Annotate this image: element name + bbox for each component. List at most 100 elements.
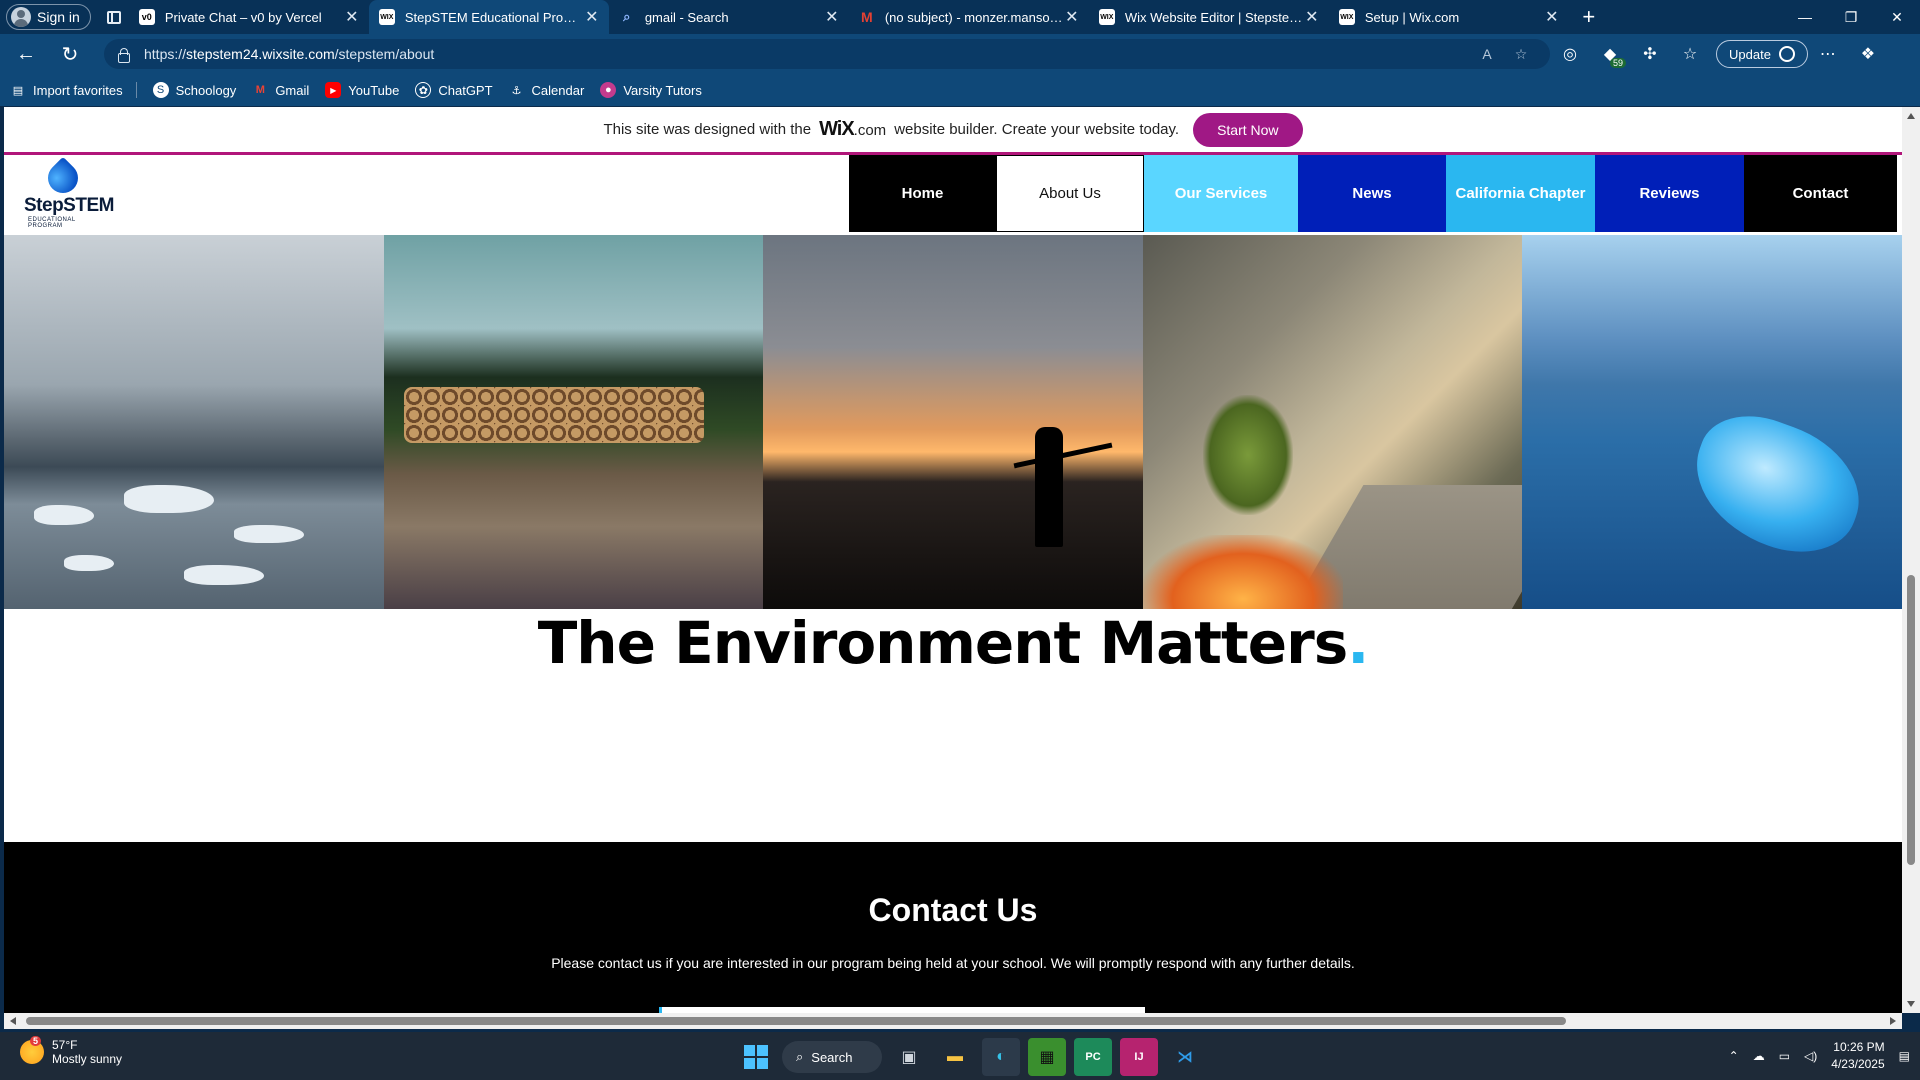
copilot-icon[interactable]: ◎ [1550, 38, 1590, 70]
page-viewport: This site was designed with the WiX.com … [4, 107, 1902, 1013]
copilot-sidebar-icon[interactable]: ❖ [1848, 38, 1888, 70]
back-arrow-icon[interactable]: ← [8, 38, 44, 70]
extensions-puzzle-icon[interactable]: ✣ [1630, 38, 1670, 70]
address-bar[interactable]: https://stepstem24.wixsite.com/stepstem/… [104, 39, 1550, 69]
favorite-schoology[interactable]: S Schoology [152, 82, 236, 98]
wix-logo[interactable]: WiX.com [819, 118, 886, 141]
close-tab-icon[interactable]: ✕ [583, 7, 601, 27]
favorite-calendar[interactable]: ⚓ Calendar [509, 82, 585, 98]
tab-private-chat[interactable]: v0 Private Chat – v0 by Vercel ✕ [129, 0, 369, 34]
tab-wix-editor[interactable]: WIX Wix Website Editor | Stepstem Ed ✕ [1089, 0, 1329, 34]
nav-contact[interactable]: Contact [1744, 155, 1897, 232]
new-tab-button[interactable]: + [1573, 3, 1605, 31]
plastic-bag-beach-photo [1522, 235, 1902, 609]
sign-in-button[interactable]: Sign in [6, 4, 91, 30]
vertical-scrollbar[interactable] [1902, 107, 1920, 1013]
horizontal-scroll-thumb[interactable] [26, 1017, 1566, 1025]
close-tab-icon[interactable]: ✕ [1543, 7, 1561, 27]
chatgpt-icon: ✿ [415, 82, 432, 98]
taskbar-search[interactable]: ⌕ Search [782, 1041, 882, 1073]
vertical-scroll-thumb[interactable] [1907, 575, 1915, 865]
logo-subtext: EDUCATIONAL PROGRAM [28, 217, 76, 229]
stepstem-logo[interactable]: StepSTEM EDUCATIONAL PROGRAM [24, 156, 114, 229]
nav-home[interactable]: Home [849, 155, 996, 232]
file-explorer-icon[interactable]: ▬ [936, 1038, 974, 1076]
minecraft-icon[interactable]: ▦ [1028, 1038, 1066, 1076]
refresh-icon[interactable]: ↻ [52, 38, 88, 70]
notification-icon[interactable]: ▤ [1899, 1049, 1910, 1063]
taskbar-apps: ⌕ Search ▣ ▬ ◐ ▦ PC IJ ⋊ [738, 1038, 1204, 1076]
v0-favicon-icon: v0 [138, 9, 155, 25]
scroll-right-icon[interactable] [1890, 1017, 1896, 1025]
chevron-up-icon[interactable]: ⌃ [1729, 1049, 1739, 1063]
intellij-icon[interactable]: IJ [1120, 1038, 1158, 1076]
tab-title: Wix Website Editor | Stepstem Ed [1124, 9, 1303, 25]
volume-icon[interactable]: ◁) [1804, 1049, 1817, 1063]
start-now-button[interactable]: Start Now [1193, 112, 1303, 147]
favorite-label: Gmail [275, 82, 310, 98]
favorite-import[interactable]: ▤ Import favorites [10, 82, 137, 98]
favorite-label: Import favorites [33, 82, 123, 98]
environment-gallery [4, 235, 1902, 609]
nav-our-services[interactable]: Our Services [1144, 155, 1298, 232]
search-icon: ⌕ [796, 1049, 804, 1064]
favorite-chatgpt[interactable]: ✿ ChatGPT [415, 82, 493, 98]
close-tab-icon[interactable]: ✕ [1063, 7, 1081, 27]
favorite-star-icon[interactable]: ☆ [1504, 46, 1538, 63]
tab-title: Private Chat – v0 by Vercel [164, 9, 322, 25]
horizontal-scrollbar[interactable] [4, 1013, 1902, 1029]
edge-icon[interactable]: ◐ [982, 1038, 1020, 1076]
favorite-youtube[interactable]: ▶ YouTube [325, 82, 399, 98]
tab-title: Setup | Wix.com [1364, 9, 1460, 25]
tab-gmail-search[interactable]: ⌕ gmail - Search ✕ [609, 0, 849, 34]
url-text[interactable]: https://stepstem24.wixsite.com/stepstem/… [144, 46, 1470, 62]
vscode-icon[interactable]: ⋊ [1166, 1038, 1204, 1076]
tab-actions-button[interactable] [99, 3, 129, 31]
update-button[interactable]: Update [1716, 40, 1808, 68]
pycharm-icon[interactable]: PC [1074, 1038, 1112, 1076]
windows-start-icon[interactable] [738, 1039, 774, 1075]
logo-text: StepSTEM [24, 195, 114, 216]
network-icon[interactable]: ▭ [1779, 1049, 1790, 1063]
wix-favicon-icon: WIX [378, 9, 395, 25]
close-tab-icon[interactable]: ✕ [823, 7, 841, 27]
clock[interactable]: 10:26 PM 4/23/2025 [1831, 1039, 1884, 1073]
profile-avatar-icon [11, 7, 31, 27]
weather-desc: Mostly sunny [52, 1052, 123, 1066]
task-view-icon[interactable]: ▣ [890, 1038, 928, 1076]
restore-icon[interactable]: ❐ [1828, 0, 1874, 34]
weather-widget[interactable]: 5 57°F Mostly sunny [20, 1036, 123, 1066]
close-tab-icon[interactable]: ✕ [1303, 7, 1321, 27]
nav-news[interactable]: News [1298, 155, 1446, 232]
extension-badge: 59 [1609, 58, 1626, 68]
system-tray: ⌃ ☁ ▭ ◁) 10:26 PM 4/23/2025 ▤ [1729, 1032, 1910, 1080]
lock-icon[interactable] [116, 47, 130, 63]
close-tab-icon[interactable]: ✕ [343, 7, 361, 27]
onedrive-icon[interactable]: ☁ [1753, 1049, 1765, 1063]
glacier-photo [4, 235, 384, 609]
read-aloud-icon[interactable]: A [1470, 46, 1504, 62]
tab-stepstem[interactable]: WIX StepSTEM Educational Program ✕ [368, 0, 609, 34]
extension-icon[interactable]: ◆ 59 [1590, 38, 1630, 70]
window-controls: — ❐ ✕ [1782, 0, 1920, 34]
favorite-varsity-tutors[interactable]: ● Varsity Tutors [600, 82, 702, 98]
favorites-icon[interactable]: ☆ [1670, 38, 1710, 70]
tab-gmail-message[interactable]: M (no subject) - monzer.mansour@ ✕ [849, 0, 1089, 34]
scroll-down-icon[interactable] [1907, 1001, 1915, 1007]
favorite-gmail[interactable]: M Gmail [252, 82, 310, 98]
address-toolbar: ← ↻ https://stepstem24.wixsite.com/steps… [0, 34, 1920, 74]
wix-favicon-icon: WIX [1338, 9, 1355, 25]
favorites-divider [135, 82, 137, 98]
favorites-bar: ▤ Import favorites S Schoology M Gmail ▶… [0, 74, 1920, 106]
tab-wix-setup[interactable]: WIX Setup | Wix.com ✕ [1329, 0, 1569, 34]
scroll-up-icon[interactable] [1907, 113, 1915, 119]
nav-about-us[interactable]: About Us [996, 155, 1144, 232]
weather-badge: 5 [30, 1036, 42, 1046]
scroll-left-icon[interactable] [10, 1017, 16, 1025]
more-menu-icon[interactable]: ⋯ [1808, 38, 1848, 70]
contact-section: Contact Us Please contact us if you are … [4, 842, 1902, 1013]
close-window-icon[interactable]: ✕ [1874, 0, 1920, 34]
nav-reviews[interactable]: Reviews [1595, 155, 1744, 232]
nav-california-chapter[interactable]: California Chapter [1446, 155, 1595, 232]
minimize-icon[interactable]: — [1782, 0, 1828, 34]
